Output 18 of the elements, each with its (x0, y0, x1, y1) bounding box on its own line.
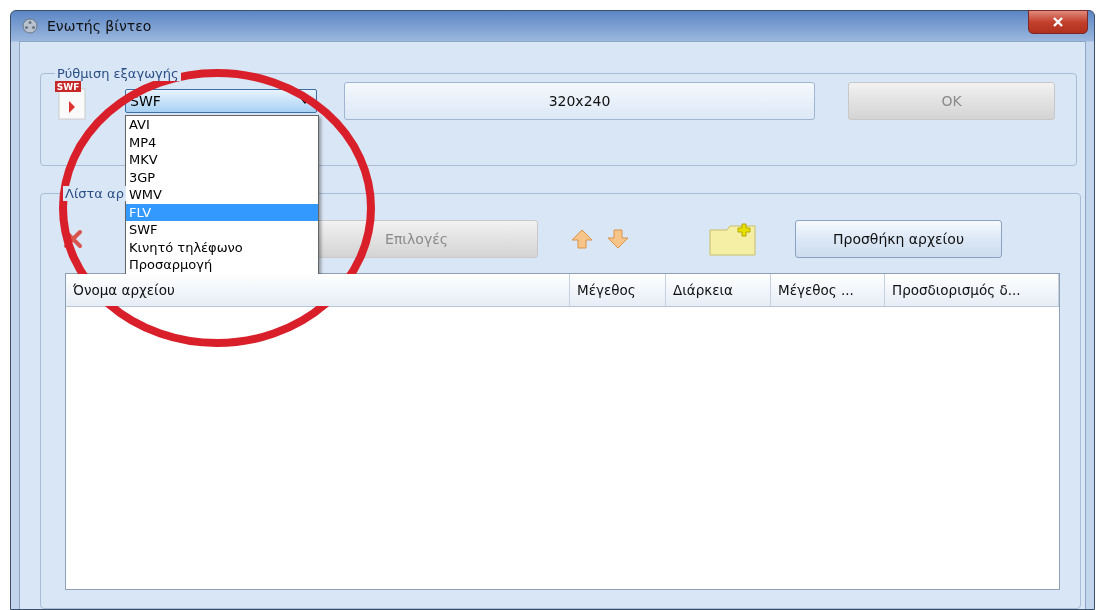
format-option[interactable]: AVI (126, 116, 318, 134)
group-label: Λίστα αρ (63, 186, 126, 201)
down-arrow-icon[interactable] (607, 229, 629, 249)
group-label: Ρύθμιση εξαγωγής (55, 66, 181, 81)
window-title: Ενωτής βίντεο (47, 18, 153, 34)
format-option[interactable]: WMV (126, 186, 318, 204)
film-reel-icon (21, 18, 39, 34)
add-folder-icon[interactable] (709, 222, 757, 256)
add-file-button[interactable]: Προσθήκη αρχείου (795, 220, 1002, 258)
format-option[interactable]: MKV (126, 151, 318, 169)
format-option[interactable]: Προσαρμογή (126, 256, 318, 274)
close-icon (1053, 17, 1063, 27)
close-button[interactable] (1028, 10, 1088, 34)
format-option[interactable]: 3GP (126, 168, 318, 186)
up-arrow-icon[interactable] (571, 229, 593, 249)
delete-icon[interactable] (63, 229, 83, 249)
resolution-field[interactable]: 320x240 (344, 82, 815, 120)
format-option[interactable]: MP4 (126, 133, 318, 151)
